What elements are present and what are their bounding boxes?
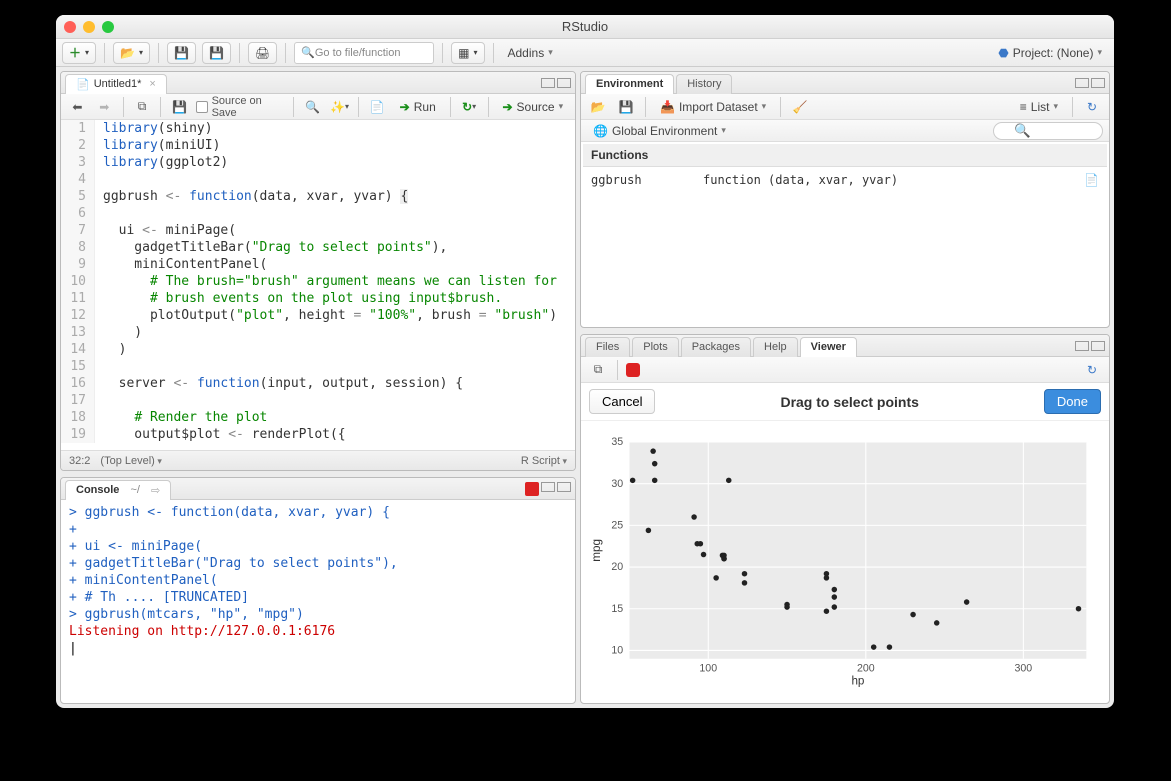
maximize-pane-icon[interactable] [1091, 78, 1105, 88]
minimize-pane-icon[interactable] [1075, 78, 1089, 88]
filetype-selector[interactable]: R Script [521, 455, 567, 467]
wand-icon[interactable]: ✨▾ [329, 97, 350, 117]
panes-button[interactable]: ▦ ▾ [451, 42, 484, 64]
cursor-position: 32:2 [69, 455, 90, 467]
app-window: RStudio ＋▾ 📂▾ 💾 💾 🖨 🔍 Go to file/functio… [56, 15, 1114, 708]
close-tab-icon[interactable]: × [149, 78, 155, 90]
minimize-pane-icon[interactable] [541, 78, 555, 88]
tab-files[interactable]: Files [585, 337, 630, 357]
run-button[interactable]: ➔Run [394, 96, 442, 118]
svg-text:hp: hp [851, 674, 864, 687]
svg-text:10: 10 [611, 645, 623, 657]
environment-pane: Environment History 📂 💾 📥 Import Dataset… [580, 71, 1110, 328]
scope-selector[interactable]: (Top Level) [100, 455, 161, 467]
svg-text:15: 15 [611, 603, 623, 615]
stop-icon[interactable] [525, 482, 539, 496]
close-window-button[interactable] [64, 21, 76, 33]
save-workspace-icon[interactable]: 💾 [615, 97, 637, 117]
show-in-new-window-icon[interactable]: ⧉ [132, 97, 153, 117]
source-on-save-checkbox[interactable]: Source on Save [196, 95, 285, 119]
svg-text:35: 35 [611, 436, 623, 448]
refresh-icon[interactable]: ↻ [1081, 97, 1103, 117]
cancel-button[interactable]: Cancel [589, 389, 655, 414]
rerun-icon[interactable]: ↻▾ [459, 97, 480, 117]
find-icon[interactable]: 🔍 [302, 97, 323, 117]
scatter-plot[interactable]: 100 200 300 10 15 20 25 30 35 hp mpg [587, 427, 1097, 695]
save-button[interactable]: 💾 [167, 42, 196, 64]
tab-packages[interactable]: Packages [681, 337, 751, 357]
gadget-title: Drag to select points [663, 394, 1035, 410]
source-button[interactable]: ➔Source [496, 96, 569, 118]
env-scope-selector[interactable]: 🌐 Global Environment [587, 120, 732, 142]
tab-environment[interactable]: Environment [585, 74, 674, 94]
minimize-pane-icon[interactable] [1075, 341, 1089, 351]
zoom-window-button[interactable] [102, 21, 114, 33]
svg-text:mpg: mpg [590, 539, 603, 562]
svg-text:20: 20 [611, 561, 623, 573]
list-view-button[interactable]: ≡ List [1014, 96, 1064, 118]
back-icon[interactable]: ⬅ [67, 97, 88, 117]
source-pane: 📄 Untitled1* × ⬅ ➡ ⧉ 💾 So [60, 71, 576, 471]
pop-out-icon[interactable]: ⧉ [587, 360, 609, 380]
console-pane: Console ~/ ⇨ > ggbrush <- function(data,… [60, 477, 576, 704]
maximize-pane-icon[interactable] [557, 482, 571, 492]
tab-plots[interactable]: Plots [632, 337, 678, 357]
project-menu[interactable]: ⬣ Project: (None) [992, 42, 1108, 64]
done-button[interactable]: Done [1044, 389, 1101, 414]
window-title: RStudio [56, 19, 1114, 34]
source-tab[interactable]: 📄 Untitled1* × [65, 74, 167, 94]
refresh-viewer-icon[interactable]: ↻ [1081, 360, 1103, 380]
viewer-pane: Files Plots Packages Help Viewer ⧉ ↻ [580, 334, 1110, 704]
stop-viewer-icon[interactable] [626, 363, 640, 377]
code-editor[interactable]: 1library(shiny)2library(miniUI)3library(… [61, 120, 575, 450]
open-workspace-icon[interactable]: 📂 [587, 97, 609, 117]
view-function-icon[interactable]: 📄 [1084, 173, 1099, 187]
svg-text:25: 25 [611, 520, 623, 532]
env-section-header: Functions [583, 144, 1107, 167]
compile-report-icon[interactable]: 📄 [367, 97, 388, 117]
tab-viewer[interactable]: Viewer [800, 337, 857, 357]
env-search-input[interactable] [993, 122, 1103, 140]
console-output[interactable]: > ggbrush <- function(data, xvar, yvar) … [61, 500, 575, 703]
new-file-button[interactable]: ＋▾ [62, 42, 96, 64]
clear-icon[interactable]: 🧹 [789, 97, 811, 117]
titlebar: RStudio [56, 15, 1114, 39]
open-file-button[interactable]: 📂▾ [113, 42, 150, 64]
main-toolbar: ＋▾ 📂▾ 💾 💾 🖨 🔍 Go to file/function ▦ ▾ Ad… [56, 39, 1114, 67]
minimize-pane-icon[interactable] [541, 482, 555, 492]
svg-text:100: 100 [699, 663, 717, 675]
svg-text:300: 300 [1015, 663, 1033, 675]
tab-history[interactable]: History [676, 74, 732, 94]
env-row[interactable]: ggbrush function (data, xvar, yvar) 📄 [583, 169, 1107, 191]
save-icon[interactable]: 💾 [169, 97, 190, 117]
forward-icon[interactable]: ➡ [94, 97, 115, 117]
maximize-pane-icon[interactable] [1091, 341, 1105, 351]
import-dataset-button[interactable]: 📥 Import Dataset [654, 96, 772, 118]
svg-text:30: 30 [611, 478, 623, 490]
save-all-button[interactable]: 💾 [202, 42, 231, 64]
console-tab[interactable]: Console ~/ ⇨ [65, 480, 171, 500]
svg-text:200: 200 [857, 663, 875, 675]
tab-help[interactable]: Help [753, 337, 798, 357]
maximize-pane-icon[interactable] [557, 78, 571, 88]
goto-file-input[interactable]: 🔍 Go to file/function [294, 42, 434, 64]
print-button[interactable]: 🖨 [248, 42, 277, 64]
addins-menu[interactable]: Addins [502, 42, 559, 64]
minimize-window-button[interactable] [83, 21, 95, 33]
